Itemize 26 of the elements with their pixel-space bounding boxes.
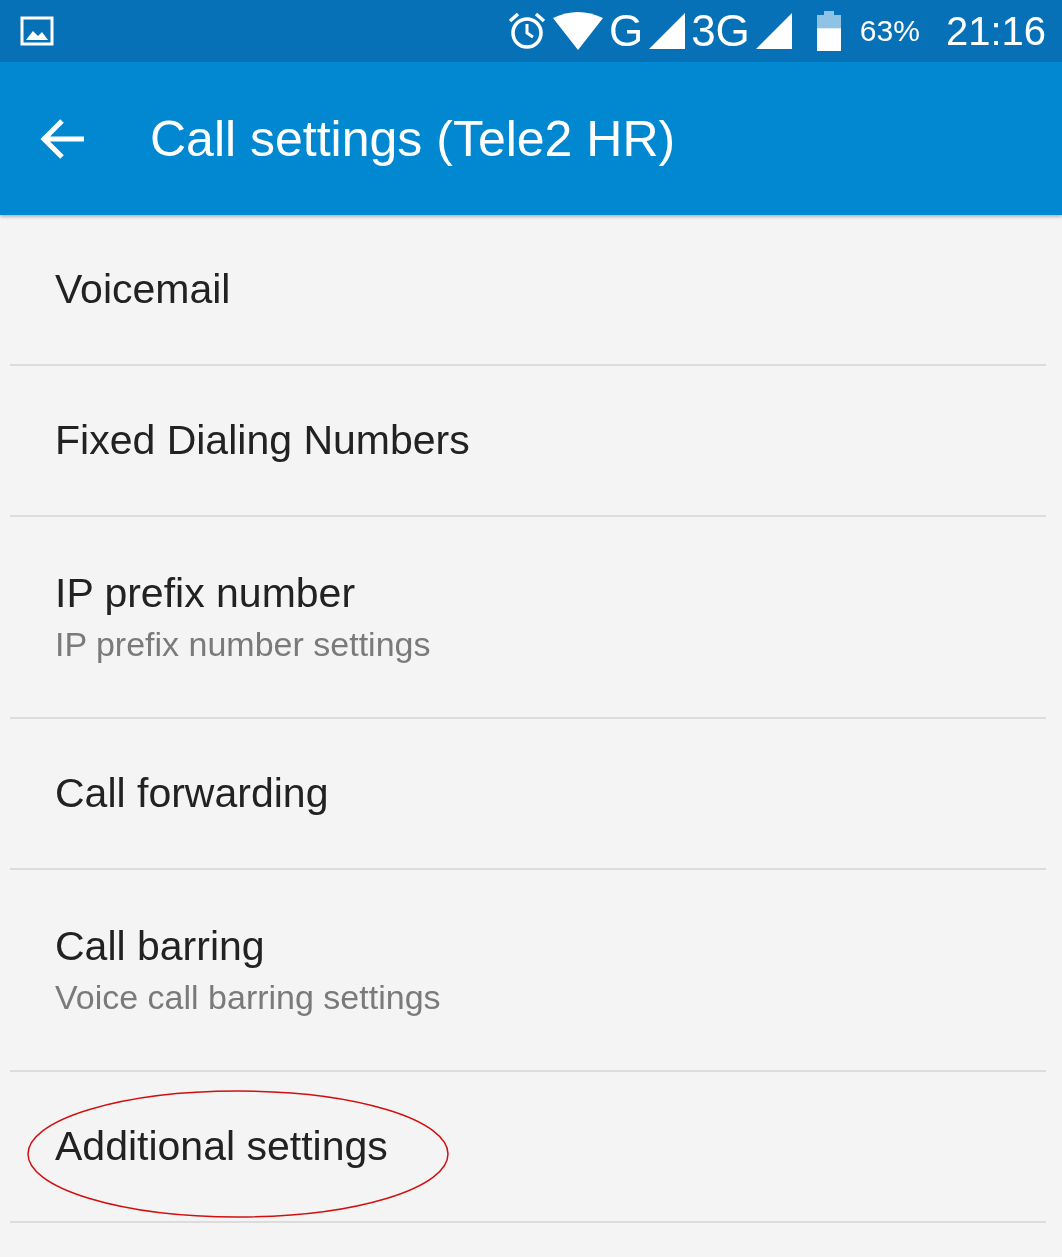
battery-icon xyxy=(815,11,842,51)
item-title: Call barring xyxy=(55,923,265,970)
signal-icon xyxy=(649,13,686,49)
settings-item[interactable]: Call barring Voice call barring settings xyxy=(10,870,1046,1072)
item-title: Voicemail xyxy=(55,266,231,313)
network-type: G xyxy=(608,9,644,53)
battery-percent: 63% xyxy=(859,16,920,46)
settings-item[interactable]: Call forwarding xyxy=(10,719,1046,870)
item-subtitle: IP prefix number settings xyxy=(55,625,431,664)
settings-item[interactable]: IP prefix number IP prefix number settings xyxy=(10,517,1046,719)
item-title: Call forwarding xyxy=(55,770,329,817)
wifi-icon xyxy=(552,12,603,50)
item-subtitle: Voice call barring settings xyxy=(55,978,441,1017)
screen-title: Call settings (Tele2 HR) xyxy=(150,109,676,168)
item-title: Additional settings xyxy=(55,1123,388,1170)
alarm-icon xyxy=(506,11,547,51)
signal-icon xyxy=(755,13,792,49)
image-icon xyxy=(20,16,54,46)
item-title: IP prefix number xyxy=(55,570,356,617)
network-type: 3G xyxy=(691,9,750,53)
clock-time: 21:16 xyxy=(945,11,1046,51)
item-title: Fixed Dialing Numbers xyxy=(55,417,470,464)
settings-item[interactable]: Voicemail xyxy=(10,215,1046,366)
settings-item[interactable]: Fixed Dialing Numbers xyxy=(10,366,1046,517)
settings-item[interactable]: Additional settings xyxy=(10,1072,1046,1223)
back-arrow-icon[interactable] xyxy=(40,117,86,160)
